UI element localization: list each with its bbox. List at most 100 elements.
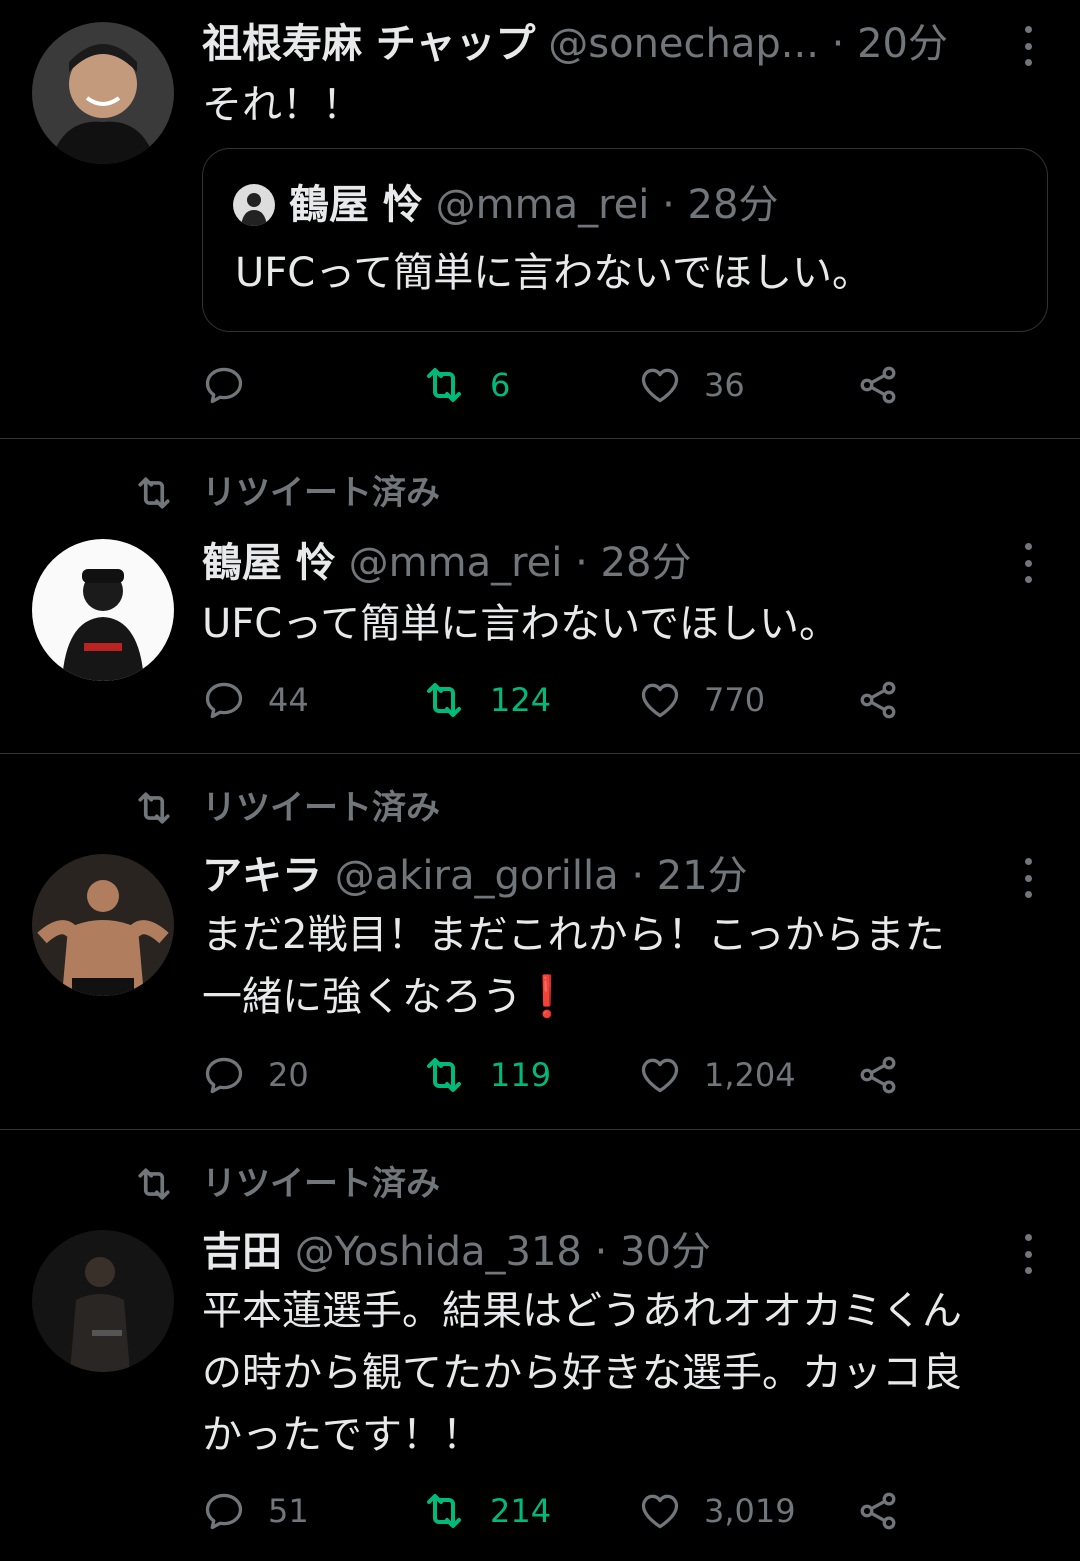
retweet-button[interactable]: 119 [420,1050,551,1100]
timestamp[interactable]: · 21分 [631,853,747,899]
reply-button[interactable]: 51 [202,1486,309,1536]
tweet-text: それ！！ [202,82,362,128]
retweeted-label: リツイート済み [202,1164,440,1204]
retweet-button[interactable]: 6 [420,360,510,410]
share-icon [856,363,900,407]
reply-count: 20 [268,1056,309,1094]
retweet-icon [132,471,176,515]
action-bar: 6 36 [202,360,922,410]
like-count: 1,204 [704,1056,796,1094]
like-count: 36 [704,366,745,404]
reply-count: 44 [268,681,309,719]
more-icon[interactable] [1016,26,1040,66]
tweet-text: UFCって簡単に言わないでほしい。 [202,601,840,647]
reply-icon [202,363,246,407]
timestamp[interactable]: · 30分 [595,1229,711,1275]
tweet-text-line: 一緒に強くなろう❗ [202,966,1040,1028]
share-button[interactable] [856,675,922,725]
retweeted-label: リツイート済み [202,473,440,513]
tweet-header: 祖根寿麻 チャップ @sonechap... · 20分 [202,18,1000,70]
author-name[interactable]: 祖根寿麻 チャップ [202,21,536,67]
retweeted-indicator: リツイート済み [132,471,440,515]
quote-author-handle: @mma_rei [435,182,650,228]
retweet-button[interactable]: 214 [420,1486,551,1536]
reply-count: 51 [268,1492,309,1530]
reply-button[interactable] [202,360,268,410]
like-count: 3,019 [704,1492,796,1530]
quote-text: UFCって簡単に言わないでほしい。 [235,250,873,296]
more-icon[interactable] [1016,1234,1040,1274]
reply-button[interactable]: 20 [202,1050,309,1100]
author-handle[interactable]: @Yoshida_318 [295,1229,582,1275]
author-handle[interactable]: @akira_gorilla [335,853,619,899]
author-name[interactable]: 吉田 [202,1229,282,1275]
retweet-count: 119 [490,1056,552,1094]
author-name[interactable]: 鶴屋 怜 [202,540,336,586]
author-handle[interactable]: @mma_rei [349,540,563,586]
retweet-icon [420,1051,468,1099]
retweeted-indicator: リツイート済み [132,1162,440,1206]
tweet-text-line: まだ2戦目！まだこれから！こっからまた [202,912,945,958]
share-button[interactable] [856,1050,922,1100]
retweet-icon [132,786,176,830]
more-icon[interactable] [1016,543,1040,583]
like-icon [638,1489,682,1533]
timestamp[interactable]: · 28分 [575,540,691,586]
tweet-header: 鶴屋 怜 @mma_rei · 28分 [202,537,1000,589]
tweet-header: 吉田 @Yoshida_318 · 30分 [202,1226,1000,1278]
tweet-text: まだ2戦目！まだこれから！こっからまた 一緒に強くなろう❗ [202,904,1040,1028]
tweet-4[interactable]: リツイート済み 吉田 @Yoshida_318 · 30分 平本蓮選手。結果はど… [0,1130,1080,1561]
tweet-text-segment: 一緒に強くなろう [202,974,522,1020]
avatar[interactable] [32,854,174,996]
reply-button[interactable]: 44 [202,675,309,725]
share-icon [856,678,900,722]
tweet-text-line: かったです！！ [202,1412,482,1458]
retweet-button[interactable]: 124 [420,675,551,725]
quote-avatar [233,184,275,226]
retweet-icon [132,1162,176,1206]
retweet-count: 124 [490,681,552,719]
like-button[interactable]: 1,204 [638,1050,796,1100]
like-icon [638,363,682,407]
reply-icon [202,1489,246,1533]
like-icon [638,1053,682,1097]
tweet-1[interactable]: 祖根寿麻 チャップ @sonechap... · 20分 それ！！ 鶴屋 怜 @… [0,0,1080,439]
avatar[interactable] [32,1230,174,1372]
avatar[interactable] [32,539,174,681]
action-bar: 51 214 3,019 [202,1486,922,1536]
tweet-text-line: の時から観てたから好きな選手。カッコ良 [202,1350,962,1396]
quoted-tweet[interactable]: 鶴屋 怜 @mma_rei · 28分 UFCって簡単に言わないでほしい。 [202,148,1048,332]
share-icon [856,1053,900,1097]
author-handle[interactable]: @sonechap... [548,21,819,67]
retweet-icon [420,361,468,409]
like-button[interactable]: 770 [638,675,765,725]
tweet-2[interactable]: リツイート済み 鶴屋 怜 @mma_rei · 28分 UFCって簡単に言わない… [0,439,1080,754]
action-bar: 44 124 770 [202,675,922,725]
share-button[interactable] [856,1486,922,1536]
tweet-text: 平本蓮選手。結果はどうあれオオカミくん の時から観てたから好きな選手。カッコ良 … [202,1280,1040,1466]
action-bar: 20 119 1,204 [202,1050,922,1100]
like-icon [638,678,682,722]
retweet-count: 214 [490,1492,552,1530]
more-icon[interactable] [1016,858,1040,898]
retweeted-indicator: リツイート済み [132,786,440,830]
share-button[interactable] [856,360,922,410]
share-icon [856,1489,900,1533]
retweet-icon [420,1487,468,1535]
retweet-count: 6 [490,366,511,404]
timestamp[interactable]: · 20分 [832,21,948,67]
exclamation-emoji: ❗ [522,974,572,1020]
quote-timestamp: · 28分 [662,182,779,228]
quote-author-name: 鶴屋 怜 [289,182,423,228]
avatar[interactable] [32,22,174,164]
like-button[interactable]: 36 [638,360,745,410]
tweet-text-line: 平本蓮選手。結果はどうあれオオカミくん [202,1288,962,1334]
retweeted-label: リツイート済み [202,788,440,828]
tweet-header: アキラ @akira_gorilla · 21分 [202,850,1000,902]
tweet-3[interactable]: リツイート済み アキラ @akira_gorilla · 21分 まだ2戦目！ま… [0,754,1080,1130]
reply-icon [202,1053,246,1097]
retweet-icon [420,676,468,724]
like-button[interactable]: 3,019 [638,1486,796,1536]
reply-icon [202,678,246,722]
author-name[interactable]: アキラ [202,853,322,899]
